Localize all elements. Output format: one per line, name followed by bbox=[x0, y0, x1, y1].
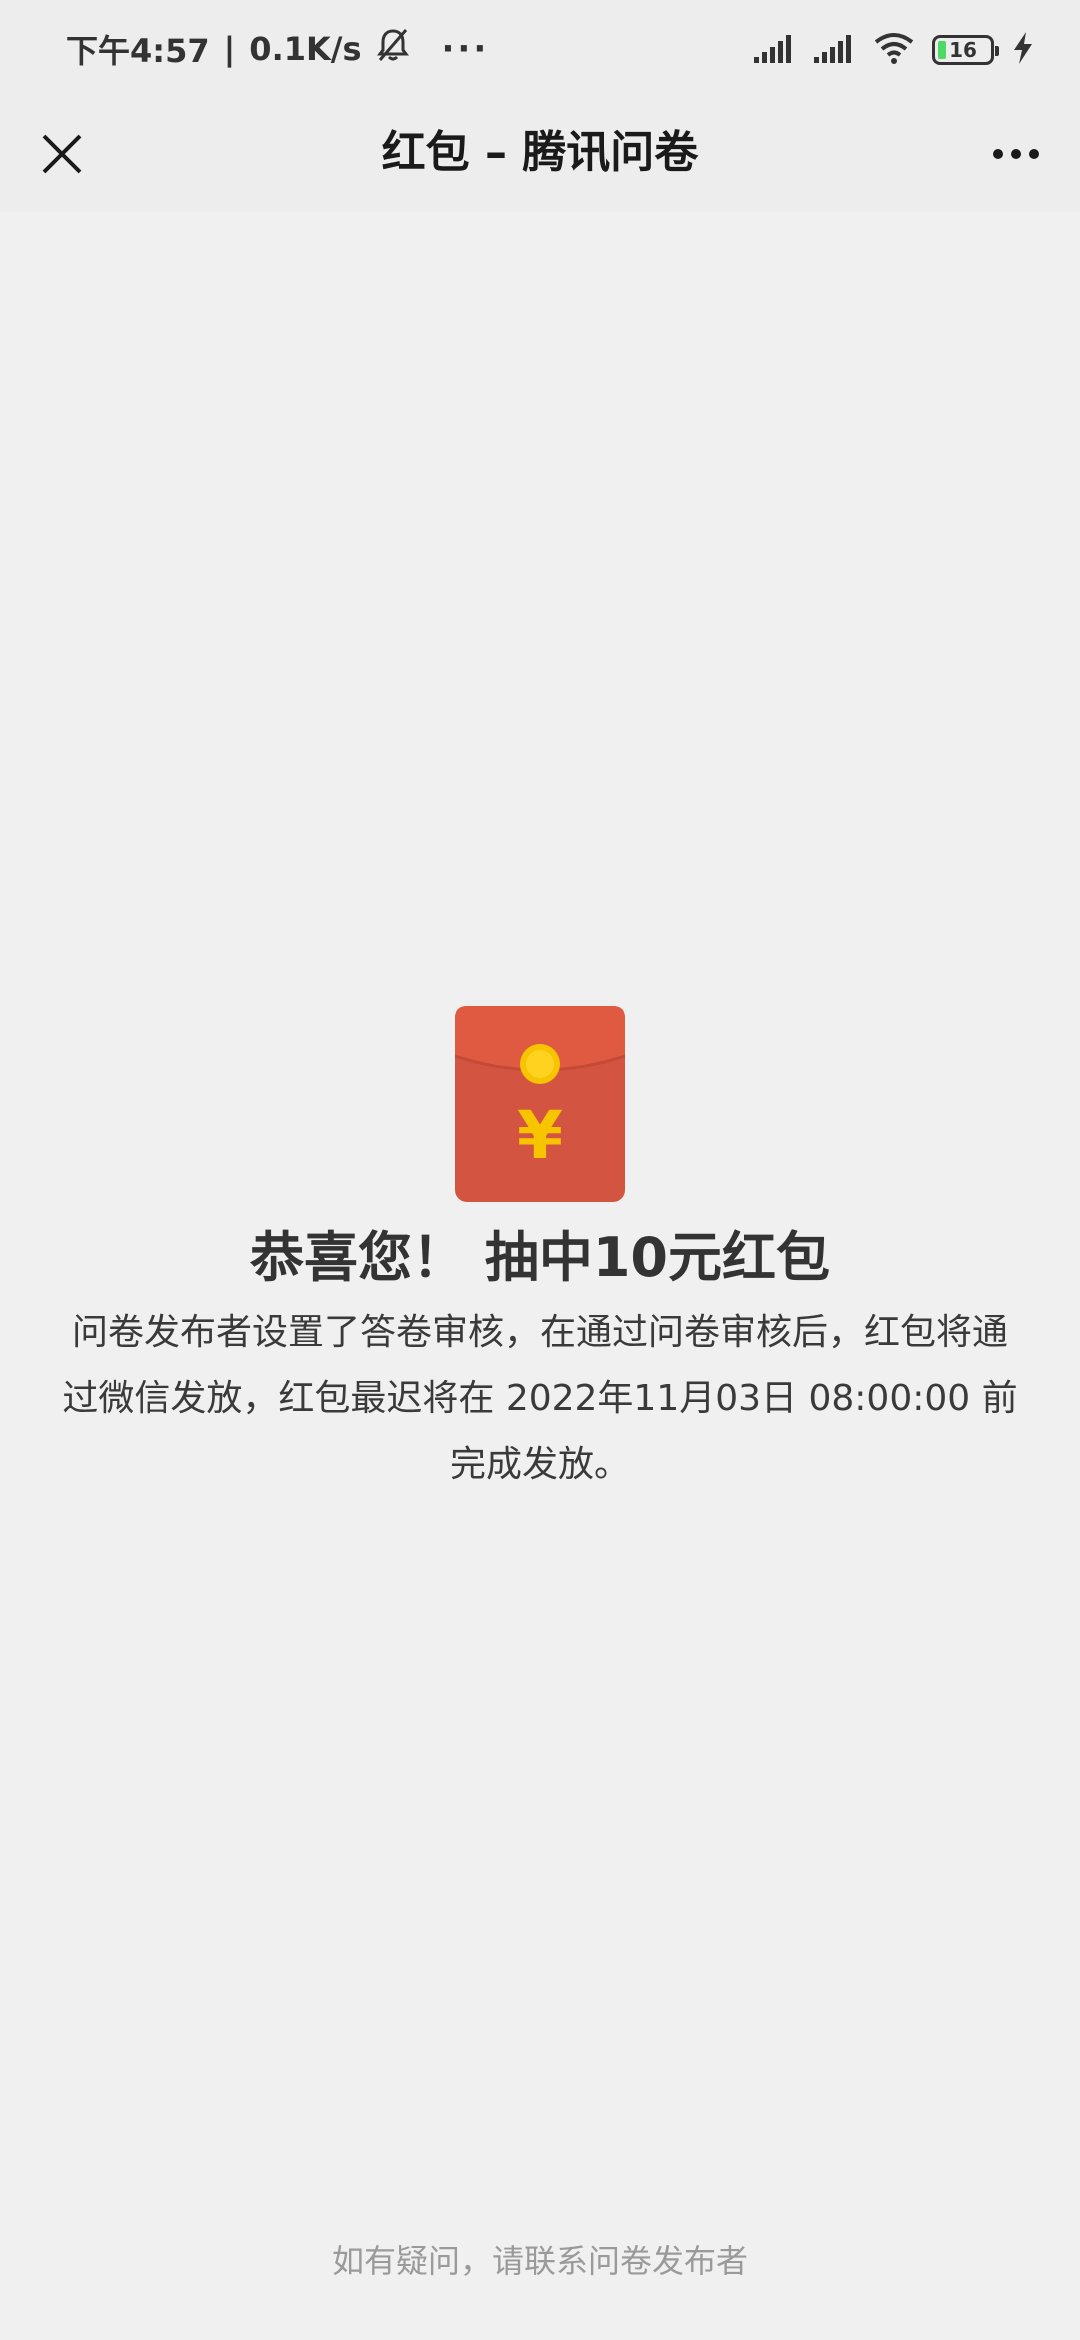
more-button[interactable] bbox=[978, 122, 1054, 186]
network-speed: 0.1K/s bbox=[249, 30, 362, 68]
status-right: 16 bbox=[754, 28, 1034, 72]
message-text: 问卷发布者设置了答卷审核，在通过问卷审核后，红包将通过微信发放，红包最迟将在 2… bbox=[62, 1312, 1018, 1485]
yuan-symbol: ¥ bbox=[517, 1097, 563, 1174]
charging-icon bbox=[1012, 32, 1034, 68]
nav-bar: 红包 – 腾讯问卷 bbox=[0, 96, 1080, 212]
status-left: 下午4:57 | 0.1K/s ··· bbox=[66, 26, 489, 72]
more-icon-dot bbox=[1029, 149, 1039, 159]
status-bar: 下午4:57 | 0.1K/s ··· 16 bbox=[0, 0, 1080, 96]
page: 下午4:57 | 0.1K/s ··· 16 红包 – 腾讯问卷 ¥ 恭喜您！ … bbox=[0, 0, 1080, 2340]
signal-icon bbox=[754, 33, 796, 67]
battery-icon: 16 bbox=[932, 35, 999, 65]
status-more: ··· bbox=[441, 29, 490, 69]
more-icon-dot bbox=[993, 149, 1003, 159]
battery-level: 16 bbox=[949, 38, 977, 62]
more-icon-dot bbox=[1011, 149, 1021, 159]
headline: 恭喜您！ 抽中10元红包 bbox=[250, 1226, 830, 1289]
page-title: 红包 – 腾讯问卷 bbox=[381, 127, 699, 178]
status-separator: | bbox=[223, 30, 236, 68]
contact-publisher-link[interactable]: 如有疑问，请联系问卷发布者 bbox=[0, 2236, 1080, 2286]
battery-fill bbox=[938, 41, 946, 59]
wifi-icon bbox=[874, 32, 914, 68]
status-time: 下午4:57 bbox=[66, 32, 210, 70]
red-envelope-icon: ¥ bbox=[454, 1006, 626, 1202]
signal-icon bbox=[814, 33, 856, 67]
bell-off-icon bbox=[376, 27, 410, 71]
